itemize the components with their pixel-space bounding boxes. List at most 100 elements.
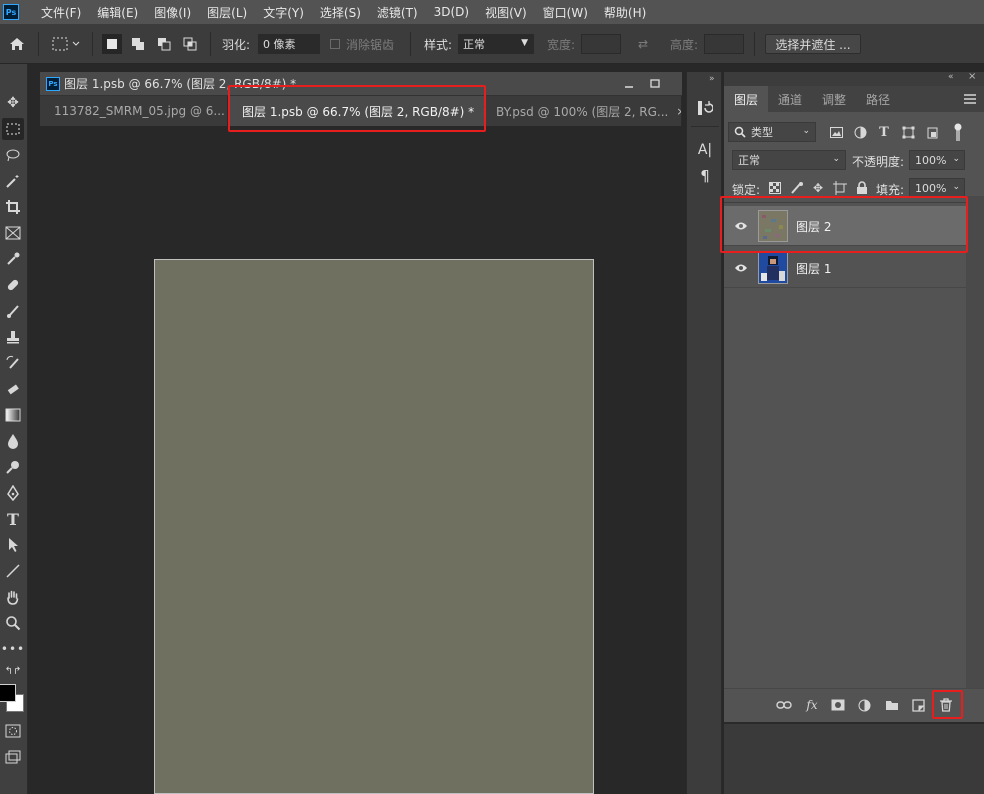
clone-stamp-tool-icon[interactable] — [2, 326, 24, 348]
adjustment-layer-icon[interactable] — [856, 697, 872, 713]
lock-image-pixels-icon[interactable] — [789, 180, 805, 196]
magic-wand-tool-icon[interactable] — [2, 170, 24, 192]
antialias-label: 消除锯齿 — [346, 37, 395, 52]
character-panel-icon[interactable]: A| — [695, 140, 715, 160]
expand-dock-icon[interactable]: » — [709, 74, 715, 84]
subtract-selection-icon[interactable] — [154, 34, 174, 54]
frame-tool-icon[interactable] — [2, 222, 24, 244]
visibility-eye-icon[interactable] — [734, 261, 748, 275]
type-tool-icon[interactable]: T — [2, 508, 24, 530]
eyedropper-tool-icon[interactable] — [2, 248, 24, 270]
home-icon[interactable] — [6, 34, 28, 54]
more-tools-icon[interactable]: ••• — [1, 638, 24, 660]
tab-close-icon[interactable]: × — [676, 105, 681, 118]
link-layers-icon[interactable] — [776, 697, 792, 713]
menu-edit[interactable]: 编辑(E) — [89, 4, 146, 21]
lock-all-icon[interactable] — [854, 180, 870, 196]
menu-window[interactable]: 窗口(W) — [535, 4, 596, 21]
zoom-tool-icon[interactable] — [2, 612, 24, 634]
filter-kind-select[interactable]: 类型 ⌄ — [728, 122, 816, 142]
new-selection-icon[interactable] — [102, 34, 122, 54]
path-selection-tool-icon[interactable] — [2, 534, 24, 556]
eraser-tool-icon[interactable] — [2, 378, 24, 400]
filter-smart-object-icon[interactable] — [924, 124, 940, 140]
menu-layer[interactable]: 图层(L) — [199, 4, 255, 21]
new-group-folder-icon[interactable] — [884, 697, 900, 713]
filter-pixel-icon[interactable] — [828, 124, 844, 140]
opacity-input[interactable]: 100% ⌄ — [909, 150, 965, 170]
fill-input[interactable]: 100% ⌄ — [909, 178, 965, 198]
blend-mode-select[interactable]: 正常 ⌄ — [732, 150, 846, 170]
line-tool-icon[interactable] — [2, 560, 24, 582]
tab-paths[interactable]: 路径 — [856, 86, 900, 112]
screen-mode-icon[interactable] — [2, 746, 24, 768]
add-mask-icon[interactable] — [830, 697, 846, 713]
filter-adjustment-icon[interactable] — [852, 124, 868, 140]
history-panel-icon[interactable] — [695, 98, 715, 118]
filter-shape-icon[interactable] — [900, 124, 916, 140]
layer-name[interactable]: 图层 1 — [796, 260, 831, 277]
marquee-preset-icon[interactable] — [50, 34, 84, 54]
noise-canvas-image[interactable] — [154, 259, 594, 794]
menu-image[interactable]: 图像(I) — [146, 4, 199, 21]
crop-tool-icon[interactable] — [2, 196, 24, 218]
document-tab-by-psd[interactable]: BY.psd @ 100% (图层 2, RG... × — [486, 96, 682, 126]
menu-type[interactable]: 文字(Y) — [255, 4, 312, 21]
minimize-button[interactable] — [622, 77, 636, 91]
hand-tool-icon[interactable] — [2, 586, 24, 608]
pen-tool-icon[interactable] — [2, 482, 24, 504]
gradient-tool-icon[interactable] — [2, 404, 24, 426]
menu-file[interactable]: 文件(F) — [33, 4, 89, 21]
brush-tool-icon[interactable] — [2, 300, 24, 322]
width-input[interactable] — [581, 34, 621, 54]
filter-toggle[interactable] — [952, 122, 964, 142]
opacity-value: 100% — [915, 153, 947, 167]
lock-position-icon[interactable]: ✥ — [810, 180, 826, 196]
feather-input[interactable]: 0 像素 — [258, 34, 320, 54]
layer-row-layer-1[interactable]: 图层 1 — [724, 248, 966, 288]
filter-type-icon[interactable]: T — [876, 124, 892, 140]
quick-mask-icon[interactable] — [2, 720, 24, 742]
dodge-tool-icon[interactable] — [2, 456, 24, 478]
menu-select[interactable]: 选择(S) — [312, 4, 369, 21]
tab-channels[interactable]: 通道 — [768, 86, 812, 112]
document-tab-113782[interactable]: 113782_SMRM_05.jpg @ 6... × — [40, 96, 228, 126]
select-and-mask-button[interactable]: 选择并遮住 ... — [765, 34, 861, 54]
collapse-panel-icon[interactable]: « — [948, 72, 954, 82]
rectangular-marquee-tool-icon[interactable] — [2, 118, 24, 140]
lasso-tool-icon[interactable] — [2, 144, 24, 166]
menu-help[interactable]: 帮助(H) — [596, 4, 654, 21]
foreground-color-swatch[interactable] — [0, 684, 16, 702]
add-selection-icon[interactable] — [128, 34, 148, 54]
maximize-button[interactable] — [648, 77, 662, 91]
paragraph-panel-icon[interactable]: ¶ — [695, 166, 715, 186]
tab-label: BY.psd @ 100% (图层 2, RG... — [496, 104, 669, 119]
height-input[interactable] — [704, 34, 744, 54]
lock-artboard-icon[interactable] — [832, 180, 848, 196]
feather-label: 羽化: — [222, 37, 251, 52]
history-brush-tool-icon[interactable] — [2, 352, 24, 374]
layers-scrollbar[interactable] — [966, 196, 984, 688]
new-layer-icon[interactable] — [910, 697, 926, 713]
intersect-selection-icon[interactable] — [180, 34, 200, 54]
healing-brush-tool-icon[interactable] — [2, 274, 24, 296]
swap-icon[interactable]: ⇄ — [634, 34, 652, 54]
active-tab-highlight — [228, 85, 486, 132]
tab-adjustments[interactable]: 调整 — [812, 86, 856, 112]
move-tool-icon[interactable]: ✥ — [2, 92, 24, 114]
panel-header[interactable]: « × — [724, 71, 984, 86]
noise-canvas-img — [154, 259, 594, 794]
menu-view[interactable]: 视图(V) — [477, 4, 535, 21]
menu-filter[interactable]: 滤镜(T) — [369, 4, 426, 21]
close-panel-icon[interactable]: × — [968, 71, 976, 82]
swap-colors-icon[interactable]: ↰↱ — [2, 664, 24, 678]
style-select[interactable]: 正常 ▼ — [458, 34, 534, 54]
menu-3d[interactable]: 3D(D) — [426, 5, 477, 19]
antialias-checkbox[interactable]: 消除锯齿 — [330, 34, 394, 54]
panel-menu-icon[interactable] — [956, 86, 984, 112]
layer-style-fx-icon[interactable]: fx — [804, 697, 820, 713]
lock-transparent-pixels-icon[interactable] — [767, 180, 783, 196]
blur-tool-icon[interactable] — [2, 430, 24, 452]
options-bar: 羽化: 0 像素 消除锯齿 样式: 正常 ▼ 宽度: ⇄ 高度: 选择并遮住 .… — [0, 24, 984, 64]
tab-layers[interactable]: 图层 — [724, 86, 769, 112]
